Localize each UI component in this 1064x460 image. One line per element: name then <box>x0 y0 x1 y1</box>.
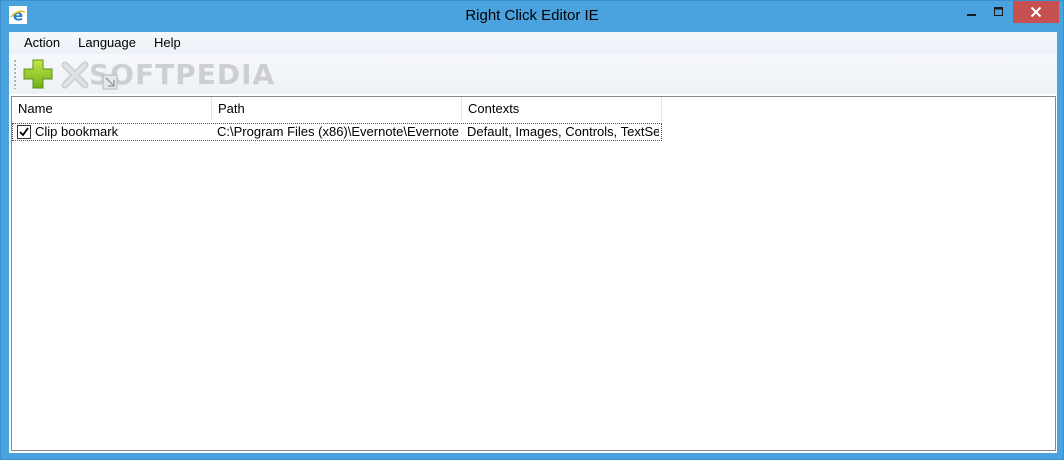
maximize-icon <box>994 7 1003 16</box>
rules-list[interactable]: Name Path Contexts Clip bookmark C:\Prog… <box>11 96 1056 451</box>
app-window: e Right Click Editor IE Action Language … <box>0 0 1064 460</box>
minimize-icon <box>967 14 976 16</box>
list-row[interactable]: Clip bookmark C:\Program Files (x86)\Eve… <box>12 123 662 141</box>
menu-bar: Action Language Help <box>9 32 1057 54</box>
row-path: C:\Program Files (x86)\Evernote\Evernote… <box>217 124 459 139</box>
close-button[interactable] <box>1013 1 1059 23</box>
title-bar[interactable]: e Right Click Editor IE <box>1 1 1063 31</box>
row-contexts: Default, Images, Controls, TextSel... <box>467 124 659 139</box>
menu-help[interactable]: Help <box>145 32 190 54</box>
column-header-contexts[interactable]: Contexts <box>462 97 662 121</box>
window-title: Right Click Editor IE <box>465 7 599 24</box>
list-header: Name Path Contexts <box>12 97 1055 121</box>
menu-language[interactable]: Language <box>69 32 145 54</box>
checkmark-icon <box>19 127 29 137</box>
column-header-name[interactable]: Name <box>12 97 212 121</box>
toolbar-grip[interactable] <box>13 59 17 89</box>
edit-icon[interactable] <box>95 68 121 92</box>
maximize-button[interactable] <box>985 1 1013 23</box>
row-checkbox[interactable] <box>17 125 31 139</box>
minimize-button[interactable] <box>959 1 985 23</box>
client-area: Action Language Help SOFTPEDIA Name Path… <box>9 32 1057 453</box>
toolbar: SOFTPEDIA <box>9 54 1057 94</box>
column-header-path[interactable]: Path <box>212 97 462 121</box>
close-icon <box>1030 6 1042 18</box>
add-icon[interactable] <box>20 57 56 91</box>
menu-action[interactable]: Action <box>15 32 69 54</box>
row-name: Clip bookmark <box>35 124 119 139</box>
delete-icon[interactable] <box>57 57 93 91</box>
